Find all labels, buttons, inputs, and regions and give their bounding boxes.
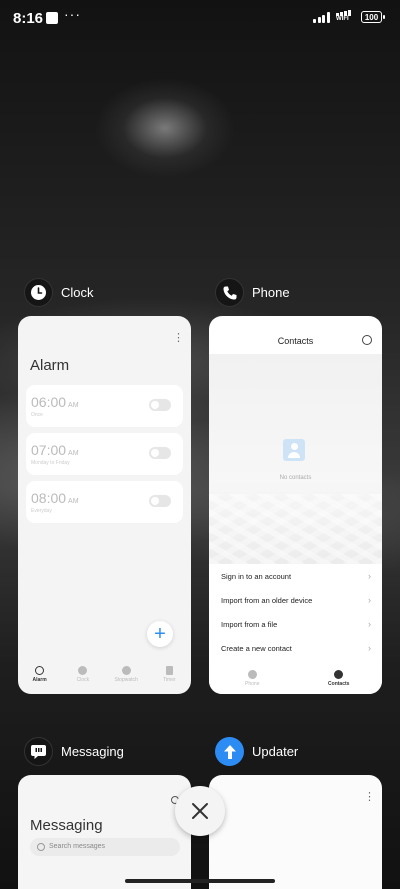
chevron-right-icon: › <box>368 595 371 605</box>
cellular-signal-icon <box>313 12 330 23</box>
status-bar: 8:16 ··· WIFI 100 <box>0 0 400 36</box>
clock-icon <box>78 666 88 675</box>
message-bubble-icon[interactable] <box>24 737 53 766</box>
phone-app-card[interactable]: Contacts No contacts Sign in to an accou… <box>209 316 382 694</box>
no-contacts-text: No contacts <box>279 475 312 481</box>
nav-alarm[interactable]: Alarm <box>20 666 60 683</box>
clock-app-header[interactable]: Clock <box>24 278 94 307</box>
close-all-button[interactable] <box>175 786 225 836</box>
messaging-app-card[interactable]: Messaging Search messages <box>18 775 191 889</box>
import-file-item[interactable]: Import from a file › <box>221 619 371 629</box>
messaging-app-name: Messaging <box>61 744 124 759</box>
more-notifications-icon: ··· <box>64 6 81 22</box>
import-older-device-item[interactable]: Import from an older device › <box>221 595 371 605</box>
alarm-repeat: Everyday <box>31 508 52 514</box>
notification-icon <box>46 12 58 24</box>
gear-icon[interactable] <box>362 335 372 345</box>
contact-placeholder-icon <box>283 439 305 461</box>
alarm-item[interactable]: 08:00 AM Everyday <box>26 481 183 523</box>
alarm-ampm: AM <box>68 498 79 505</box>
nav-stopwatch[interactable]: Stopwatch <box>106 666 146 683</box>
contacts-title: Contacts <box>277 336 314 346</box>
clock-app-card[interactable]: ⋮ Alarm 06:00 AM Once 07:00 AM Monday to F… <box>18 316 191 694</box>
alarm-item[interactable]: 07:00 AM Monday to Friday <box>26 433 183 475</box>
contacts-empty-area: No contacts <box>209 354 382 564</box>
alarm-item[interactable]: 06:00 AM Once <box>26 385 183 427</box>
close-icon <box>192 803 208 819</box>
updater-app-name: Updater <box>252 744 299 759</box>
home-indicator[interactable] <box>125 879 275 883</box>
decorative-pattern <box>209 494 382 564</box>
chevron-right-icon: › <box>368 619 371 629</box>
alarm-time: 07:00 <box>31 442 67 458</box>
alarm-ampm: AM <box>68 450 79 457</box>
alarm-toggle[interactable] <box>149 399 171 411</box>
chevron-right-icon: › <box>368 571 371 581</box>
plus-icon: + <box>154 623 166 645</box>
status-time: 8:16 <box>13 10 44 27</box>
nav-clock[interactable]: Clock <box>63 666 103 683</box>
alarm-ampm: AM <box>68 402 79 409</box>
clock-bottom-nav: Alarm Clock Stopwatch Timer <box>18 662 191 694</box>
battery-icon: 100 <box>361 11 385 23</box>
updater-app-card[interactable]: ⋮ <box>209 775 382 889</box>
nav-phone[interactable]: Phone <box>232 670 272 694</box>
more-options-icon[interactable]: ⋮ <box>173 333 184 344</box>
phone-app-header[interactable]: Phone <box>215 278 290 307</box>
person-icon <box>334 670 344 679</box>
clock-icon[interactable] <box>24 278 53 307</box>
stopwatch-icon <box>121 666 131 675</box>
nav-contacts[interactable]: Contacts <box>319 670 359 694</box>
battery-level: 100 <box>364 12 379 22</box>
alarm-repeat: Once <box>31 412 43 418</box>
alarm-repeat: Monday to Friday <box>31 460 70 466</box>
phone-icon[interactable] <box>215 278 244 307</box>
updater-app-header[interactable]: Updater <box>215 737 298 766</box>
phone-app-name: Phone <box>252 285 290 300</box>
phone-bottom-nav: Phone Contacts <box>209 664 382 694</box>
wifi-label: WIFI <box>336 16 349 22</box>
alarm-time: 06:00 <box>31 394 67 410</box>
add-alarm-button[interactable]: + <box>147 621 173 647</box>
chevron-right-icon: › <box>368 643 371 653</box>
clock-app-name: Clock <box>61 285 94 300</box>
alarm-toggle[interactable] <box>149 495 171 507</box>
sign-in-account-item[interactable]: Sign in to an account › <box>221 571 371 581</box>
hourglass-icon <box>165 666 173 675</box>
search-input[interactable]: Search messages <box>30 838 180 856</box>
alarm-clock-icon <box>35 666 45 675</box>
arrow-up-icon[interactable] <box>215 737 244 766</box>
more-options-icon[interactable]: ⋮ <box>364 792 375 803</box>
create-contact-item[interactable]: Create a new contact › <box>221 643 371 653</box>
phone-icon <box>247 670 257 679</box>
alarm-toggle[interactable] <box>149 447 171 459</box>
alarm-time: 08:00 <box>31 490 67 506</box>
wifi-icon: WIFI <box>336 10 351 23</box>
nav-timer[interactable]: Timer <box>149 666 189 683</box>
messaging-app-header[interactable]: Messaging <box>24 737 124 766</box>
messaging-title: Messaging <box>30 817 103 834</box>
alarm-title: Alarm <box>30 357 70 374</box>
